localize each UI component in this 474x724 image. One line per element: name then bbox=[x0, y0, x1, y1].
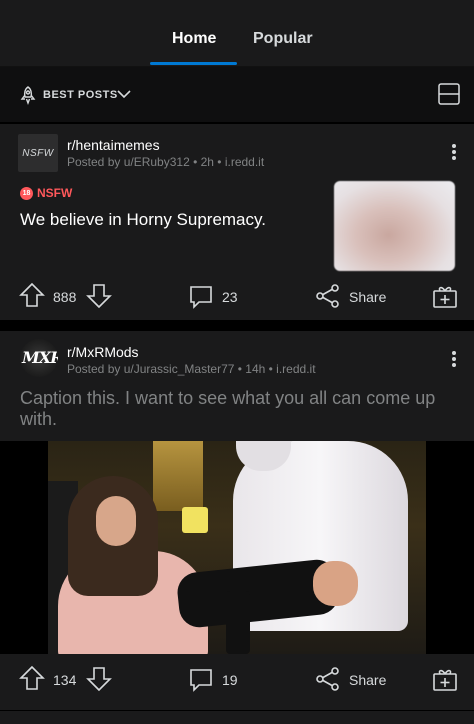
tab-home[interactable]: Home bbox=[172, 30, 216, 48]
post-card[interactable]: MXR r/MxRMods Posted by u/Jurassic_Maste… bbox=[0, 331, 474, 724]
post-title[interactable]: Caption this. I want to see what you all… bbox=[20, 388, 460, 430]
top-nav: Home Popular bbox=[0, 0, 474, 66]
nsfw-tag: 18 NSFW bbox=[20, 186, 72, 200]
post-action-bar: 134 19 Share bbox=[0, 657, 474, 701]
active-tab-indicator bbox=[150, 62, 237, 65]
downvote-icon[interactable] bbox=[86, 283, 112, 309]
nsfw-label: NSFW bbox=[37, 186, 73, 200]
post-thumbnail[interactable] bbox=[334, 181, 455, 271]
subreddit-avatar-text: MXR bbox=[22, 348, 58, 367]
subreddit-name[interactable]: r/hentaimemes bbox=[67, 137, 160, 153]
rocket-icon[interactable] bbox=[18, 85, 38, 105]
award-icon[interactable] bbox=[432, 283, 458, 309]
nsfw-18-icon: 18 bbox=[20, 186, 33, 200]
award-icon[interactable] bbox=[432, 666, 458, 692]
upvote-icon[interactable] bbox=[19, 282, 45, 308]
tab-popular[interactable]: Popular bbox=[253, 30, 313, 48]
chevron-down-icon[interactable] bbox=[116, 86, 132, 102]
comment-icon[interactable] bbox=[188, 283, 214, 309]
subreddit-name[interactable]: r/MxRMods bbox=[67, 344, 139, 360]
next-post-card[interactable] bbox=[0, 710, 474, 724]
share-label[interactable]: Share bbox=[349, 672, 386, 688]
downvote-icon[interactable] bbox=[86, 666, 112, 692]
more-options-icon[interactable] bbox=[447, 349, 461, 369]
more-options-icon[interactable] bbox=[447, 142, 461, 162]
post-image-container[interactable] bbox=[0, 441, 474, 654]
post-title[interactable]: We believe in Horny Supremacy. bbox=[20, 210, 320, 230]
upvote-count: 888 bbox=[53, 289, 77, 305]
subreddit-avatar[interactable]: NSFW bbox=[18, 134, 58, 172]
post-image[interactable] bbox=[48, 441, 426, 654]
sort-bar: BEST POSTS bbox=[0, 66, 474, 122]
share-icon[interactable] bbox=[315, 283, 341, 309]
card-view-icon[interactable] bbox=[438, 83, 460, 105]
comment-count: 19 bbox=[222, 672, 238, 688]
post-meta: Posted by u/Jurassic_Master77 • 14h • i.… bbox=[67, 362, 316, 376]
share-label[interactable]: Share bbox=[349, 289, 386, 305]
comment-icon[interactable] bbox=[188, 666, 214, 692]
comment-count: 23 bbox=[222, 289, 238, 305]
upvote-count: 134 bbox=[53, 672, 77, 688]
post-meta: Posted by u/ERuby312 • 2h • i.redd.it bbox=[67, 155, 265, 169]
subreddit-avatar[interactable]: MXR bbox=[20, 339, 58, 377]
sort-label[interactable]: BEST POSTS bbox=[43, 89, 118, 101]
upvote-icon[interactable] bbox=[19, 665, 45, 691]
share-icon[interactable] bbox=[315, 666, 341, 692]
post-action-bar: 888 23 Share bbox=[0, 274, 474, 318]
post-card[interactable]: NSFW r/hentaimemes Posted by u/ERuby312 … bbox=[0, 124, 474, 320]
